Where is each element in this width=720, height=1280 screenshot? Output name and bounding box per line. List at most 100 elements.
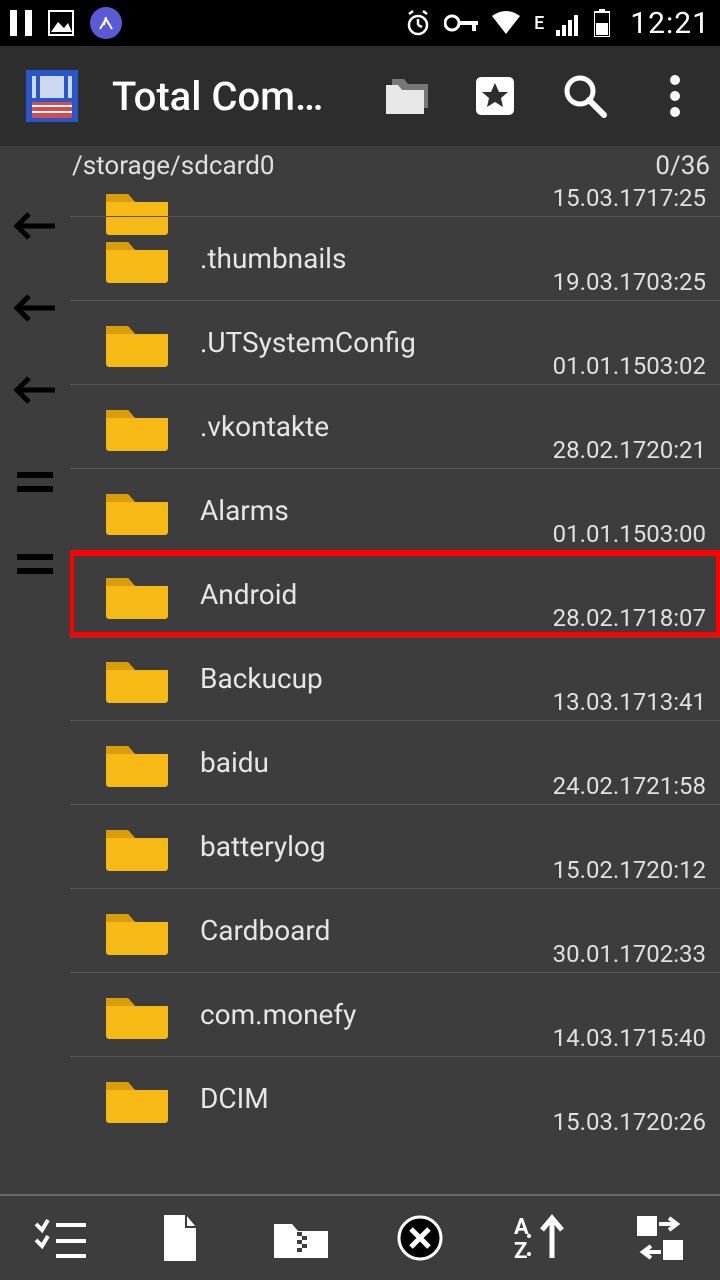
file-type: 15.02.1720:12 bbox=[553, 856, 706, 884]
file-type: 14.03.1715:40 bbox=[553, 1024, 706, 1052]
folder-icon bbox=[102, 1074, 172, 1124]
folder-icon bbox=[102, 402, 172, 452]
file-meta: 24.02.1721:58 bbox=[553, 772, 706, 800]
copy-move-button[interactable] bbox=[632, 1210, 688, 1266]
list-item[interactable]: DCIM15.03.1720:26 bbox=[70, 1056, 720, 1140]
battery-icon bbox=[594, 9, 610, 37]
file-time: 03:00 bbox=[646, 520, 706, 548]
list-item[interactable]: baidu24.02.1721:58 bbox=[70, 720, 720, 804]
file-meta: 28.02.1718:07 bbox=[553, 604, 706, 632]
list-item[interactable]: .thumbnails19.03.1703:25 bbox=[70, 216, 720, 300]
list-item[interactable]: Android28.02.1718:07 bbox=[70, 552, 720, 636]
history-equals-icon[interactable] bbox=[11, 462, 59, 502]
folder-icon bbox=[102, 990, 172, 1040]
history-back-arrow-icon[interactable] bbox=[11, 288, 59, 328]
app-icon bbox=[22, 66, 82, 126]
file-type: 28.02.1720:21 bbox=[553, 436, 706, 464]
delete-button[interactable] bbox=[392, 1210, 448, 1266]
file-time: 18:07 bbox=[646, 604, 706, 632]
file-time: 03:02 bbox=[646, 352, 706, 380]
file-meta: 01.01.1503:00 bbox=[553, 520, 706, 548]
file-type: 30.01.1702:33 bbox=[553, 940, 706, 968]
list-item[interactable]: 15.03.1717:25 bbox=[70, 186, 720, 216]
bookmark-icon[interactable] bbox=[472, 73, 518, 119]
history-back-arrow-icon[interactable] bbox=[11, 206, 59, 246]
file-date: 28.02.17 bbox=[553, 604, 647, 632]
file-meta: 15.02.1720:12 bbox=[553, 856, 706, 884]
app-bar: Total Com… bbox=[0, 46, 720, 146]
folder-icon bbox=[102, 318, 172, 368]
folder-icon bbox=[102, 186, 172, 198]
list-item[interactable]: Backucup13.03.1713:41 bbox=[70, 636, 720, 720]
vpn-key-icon bbox=[444, 13, 478, 33]
side-history-bar bbox=[0, 146, 70, 1194]
file-date: 28.02.17 bbox=[553, 436, 647, 464]
file-time: 20:12 bbox=[646, 856, 706, 884]
list-item[interactable]: .vkontakte28.02.1720:21 bbox=[70, 384, 720, 468]
status-bar: E 12:21 bbox=[0, 0, 720, 46]
file-date: 30.01.17 bbox=[553, 940, 647, 968]
file-time: 20:26 bbox=[646, 1108, 706, 1136]
file-panel: /storage/sdcard0 0/36 15.03.1717:25.thum… bbox=[70, 146, 720, 1194]
file-time: 13:41 bbox=[646, 688, 706, 716]
file-type: 01.01.1503:00 bbox=[553, 520, 706, 548]
network-type: E bbox=[534, 13, 544, 34]
new-file-button[interactable] bbox=[152, 1210, 208, 1266]
list-item[interactable]: Alarms01.01.1503:00 bbox=[70, 468, 720, 552]
folder-icon bbox=[102, 654, 172, 704]
file-date: 24.02.17 bbox=[553, 772, 647, 800]
file-meta: 30.01.1702:33 bbox=[553, 940, 706, 968]
file-type: 15.03.1717:25 bbox=[553, 186, 706, 212]
file-type: 15.03.1720:26 bbox=[553, 1108, 706, 1136]
menu-overflow-icon[interactable] bbox=[652, 73, 698, 119]
alarm-icon bbox=[404, 9, 432, 37]
file-date: 15.02.17 bbox=[553, 856, 647, 884]
folder-icon bbox=[102, 738, 172, 788]
folder-icon bbox=[102, 906, 172, 956]
file-date: 01.01.15 bbox=[553, 352, 647, 380]
history-back-arrow-icon[interactable] bbox=[11, 370, 59, 410]
file-time: 17:25 bbox=[646, 186, 706, 212]
svg-text:Z: Z bbox=[514, 1239, 527, 1262]
file-meta: 14.03.1715:40 bbox=[553, 1024, 706, 1052]
select-button[interactable] bbox=[32, 1210, 88, 1266]
pause-icon bbox=[10, 10, 32, 36]
file-time: 20:21 bbox=[646, 436, 706, 464]
file-meta: 28.02.1720:21 bbox=[553, 436, 706, 464]
running-app-icon bbox=[90, 7, 122, 39]
list-item[interactable]: Cardboard30.01.1702:33 bbox=[70, 888, 720, 972]
file-date: 15.03.17 bbox=[553, 186, 647, 212]
folder-icon bbox=[102, 822, 172, 872]
folders-icon[interactable] bbox=[382, 73, 428, 119]
zip-button[interactable] bbox=[272, 1210, 328, 1266]
file-meta: 15.03.1720:26 bbox=[553, 1108, 706, 1136]
signal-icon bbox=[556, 10, 582, 36]
file-meta: 01.01.1503:02 bbox=[553, 352, 706, 380]
file-list[interactable]: 15.03.1717:25.thumbnails19.03.1703:25.UT… bbox=[70, 186, 720, 1194]
list-item[interactable]: batterylog15.02.1720:12 bbox=[70, 804, 720, 888]
search-icon[interactable] bbox=[562, 73, 608, 119]
file-type: 28.02.1718:07 bbox=[553, 604, 706, 632]
sort-button[interactable]: AZ bbox=[512, 1210, 568, 1266]
file-type: 19.03.1703:25 bbox=[553, 268, 706, 296]
wifi-icon bbox=[490, 10, 522, 36]
folder-icon bbox=[102, 570, 172, 620]
bottom-toolbar: AZ bbox=[0, 1194, 720, 1280]
file-date: 13.03.17 bbox=[553, 688, 647, 716]
file-type: 24.02.1721:58 bbox=[553, 772, 706, 800]
file-meta: 19.03.1703:25 bbox=[553, 268, 706, 296]
list-item[interactable]: com.monefy14.03.1715:40 bbox=[70, 972, 720, 1056]
folder-icon bbox=[102, 234, 172, 284]
file-time: 02:33 bbox=[646, 940, 706, 968]
file-date: 19.03.17 bbox=[553, 268, 647, 296]
path-bar[interactable]: /storage/sdcard0 0/36 bbox=[70, 146, 720, 186]
svg-text:A: A bbox=[514, 1215, 529, 1240]
folder-icon bbox=[102, 486, 172, 536]
file-time: 21:58 bbox=[646, 772, 706, 800]
list-item[interactable]: .UTSystemConfig01.01.1503:02 bbox=[70, 300, 720, 384]
file-meta: 13.03.1713:41 bbox=[553, 688, 706, 716]
file-date: 14.03.17 bbox=[553, 1024, 647, 1052]
image-icon bbox=[48, 10, 74, 36]
history-equals-icon[interactable] bbox=[11, 544, 59, 584]
file-date: 15.03.17 bbox=[553, 1108, 647, 1136]
